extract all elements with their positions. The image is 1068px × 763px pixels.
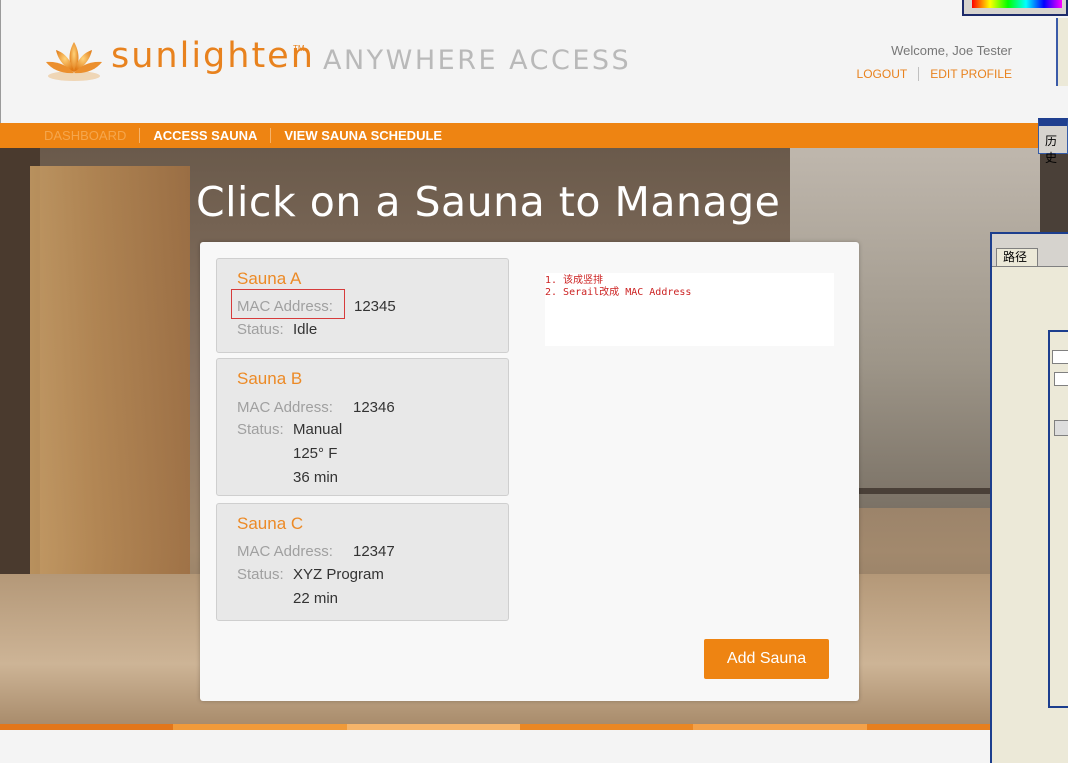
mac-value: 12346 bbox=[353, 399, 395, 416]
status-label: Status: bbox=[237, 566, 284, 583]
tab-history[interactable]: 历史 bbox=[1045, 132, 1067, 166]
nav-divider bbox=[139, 128, 141, 143]
main-nav: DASHBOARD ACCESS SAUNA VIEW SAUNA SCHEDU… bbox=[0, 123, 1040, 148]
status-duration: 36 min bbox=[293, 469, 339, 486]
header: sunlighten TM ANYWHERE ACCESS Welcome, J… bbox=[0, 0, 1068, 123]
footer bbox=[0, 730, 1040, 763]
status-temperature: 125° F bbox=[293, 445, 338, 462]
blend-mode-field[interactable] bbox=[1054, 372, 1068, 386]
eye-icon[interactable] bbox=[1054, 420, 1068, 436]
edit-profile-link[interactable]: EDIT PROFILE bbox=[930, 67, 1012, 81]
status-duration: 22 min bbox=[293, 590, 339, 607]
mac-label: MAC Address: bbox=[237, 399, 333, 416]
status-value: Idle bbox=[293, 321, 318, 338]
tab-paths[interactable]: 路径 bbox=[996, 248, 1038, 266]
sauna-card-a[interactable]: Sauna A MAC Address: 12345 Status: Idle bbox=[216, 258, 509, 353]
add-sauna-button[interactable]: Add Sauna bbox=[704, 639, 829, 679]
background-sauna-wall bbox=[30, 166, 190, 586]
brand-name: sunlighten bbox=[111, 36, 315, 76]
status-label: Status: bbox=[237, 421, 284, 438]
welcome-text: Welcome, Joe Tester bbox=[891, 43, 1012, 58]
status-value: Manual bbox=[293, 421, 343, 438]
history-palette: 历史 bbox=[1038, 118, 1068, 165]
status-label: Status: bbox=[237, 321, 284, 338]
annotation-line: 2. Serail改成 MAC Address bbox=[545, 287, 692, 298]
sauna-panel: Sauna A MAC Address: 12345 Status: Idle … bbox=[200, 242, 859, 701]
layers-tab[interactable] bbox=[1052, 350, 1068, 364]
sauna-card-b[interactable]: Sauna B MAC Address: 12346 Status: Manua… bbox=[216, 358, 509, 496]
color-spectrum[interactable] bbox=[972, 0, 1062, 8]
header-links: LOGOUT EDIT PROFILE bbox=[857, 67, 1012, 81]
annotation-note: 1. 该成竖排 2. Serail改成 MAC Address bbox=[545, 273, 834, 346]
sauna-name: Sauna C bbox=[237, 514, 304, 533]
palette-window bbox=[1056, 18, 1068, 86]
sauna-name: Sauna A bbox=[237, 269, 302, 288]
logout-link[interactable]: LOGOUT bbox=[857, 67, 908, 81]
sauna-name: Sauna B bbox=[237, 369, 303, 388]
color-palette-window bbox=[962, 0, 1068, 16]
brand-tm: TM bbox=[293, 44, 305, 53]
nav-access-sauna[interactable]: ACCESS SAUNA bbox=[153, 128, 257, 143]
layers-palette bbox=[1048, 330, 1068, 708]
page-title: Click on a Sauna to Manage bbox=[196, 178, 781, 226]
mac-label: MAC Address: bbox=[237, 298, 333, 315]
nav-dashboard[interactable]: DASHBOARD bbox=[44, 128, 126, 143]
product-name: ANYWHERE ACCESS bbox=[323, 45, 632, 76]
sauna-card-c[interactable]: Sauna C MAC Address: 12347 Status: XYZ P… bbox=[216, 503, 509, 621]
nav-view-sauna-schedule[interactable]: VIEW SAUNA SCHEDULE bbox=[284, 128, 442, 143]
nav-divider bbox=[270, 128, 272, 143]
mac-value: 12345 bbox=[354, 298, 396, 315]
lotus-logo-icon bbox=[46, 42, 102, 81]
header-link-divider bbox=[918, 67, 920, 81]
status-value: XYZ Program bbox=[293, 566, 384, 583]
mac-label: MAC Address: bbox=[237, 543, 333, 560]
mac-value: 12347 bbox=[353, 543, 395, 560]
annotation-line: 1. 该成竖排 bbox=[545, 275, 604, 286]
